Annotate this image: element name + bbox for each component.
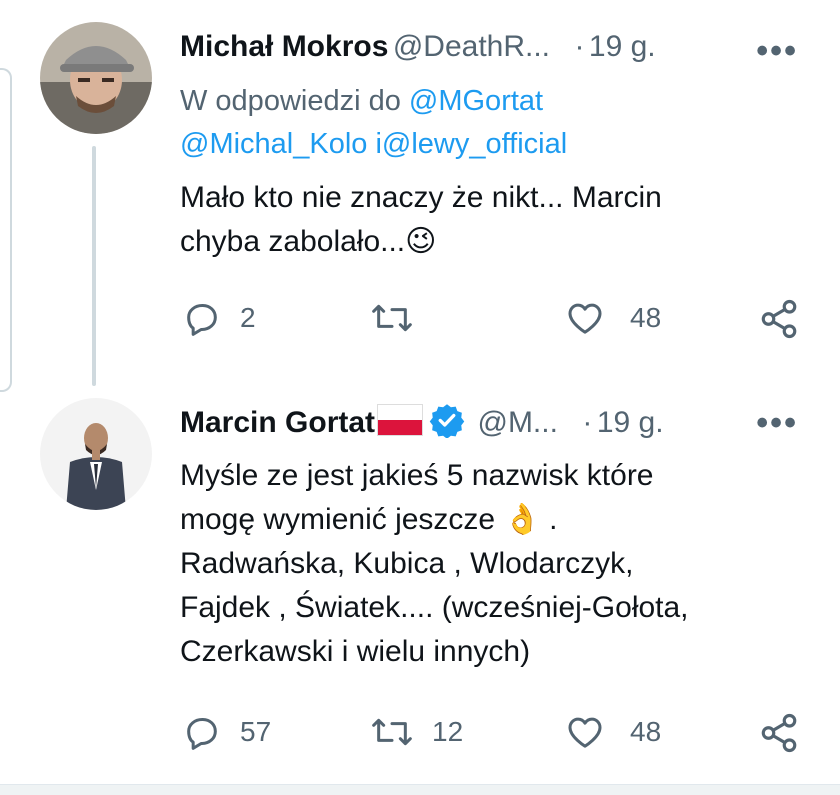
more-icon[interactable]: ••• [756,32,798,71]
tweet-text-line: Radwańska, Kubica , Wlodarczyk, [180,547,634,580]
retweet-button[interactable]: 12 [370,712,463,752]
share-icon [761,713,797,753]
tweet-text: Mało kto nie znaczy że nikt... Marcin ch… [180,176,820,264]
reply-context: W odpowiedzi do @MGortat @Michal_Kolo i@… [180,80,567,166]
reply-icon [187,718,217,750]
tweet-1-header: Michał Mokros @DeathR... · 19 g. [180,30,656,64]
tweet-text-line: Fajdek , Światek.... (wcześniej-Gołota, [180,591,689,624]
tweet-text-line: Myśle ze jest jakieś 5 nazwisk które [180,459,654,492]
heart-icon [568,303,602,334]
mention-link[interactable]: @lewy_official [382,128,567,160]
author-handle[interactable]: @M... [477,406,557,439]
retweet-icon [372,718,412,746]
thread-connector-line [92,146,96,386]
mention-link[interactable]: @Michal_Kolo [180,128,367,160]
avatar-photo-icon [40,398,152,510]
tweet-text-line: . [549,503,558,536]
tweet-age[interactable]: 19 g. [597,406,664,439]
reply-icon [187,304,217,336]
share-icon [761,299,797,339]
separator-dot: · [582,406,593,439]
verified-badge-icon [429,404,465,438]
retweet-icon [372,304,412,332]
author-name[interactable]: Michał Mokros [180,30,388,63]
tweet-text-line: Mało kto nie znaczy że nikt... Marcin [180,181,662,214]
like-button[interactable]: 48 [564,712,661,752]
separator-dot: · [574,30,585,63]
author-name[interactable]: Marcin Gortat [180,406,375,439]
avatar[interactable] [40,398,152,510]
avatar-photo-icon [40,22,152,134]
reply-count: 2 [240,302,256,333]
like-count: 48 [630,302,662,333]
reply-count: 57 [240,716,272,747]
tweet-text-line: mogę wymienić jeszcze [180,503,496,536]
reply-joiner: i [367,128,382,160]
share-button[interactable] [758,712,800,754]
share-button[interactable] [758,298,800,340]
heart-icon [568,717,602,748]
reply-button[interactable]: 2 [182,298,256,338]
retweet-count: 12 [432,716,464,747]
tweet-text-line: Czerkawski i wielu innych) [180,635,531,668]
tweet-2-header: Marcin Gortat @M... · 19 g. [180,402,664,440]
avatar[interactable] [40,22,152,134]
author-handle[interactable]: @DeathR... [393,30,550,63]
like-count: 48 [630,716,662,747]
bottom-divider [0,784,840,795]
ok-hand-emoji: 👌 [503,503,541,536]
like-button[interactable]: 48 [564,298,661,338]
left-panel-edge [0,68,12,392]
reply-prefix: W odpowiedzi do [180,85,409,117]
reply-button[interactable]: 57 [182,712,271,752]
mention-link[interactable]: @MGortat [409,85,543,117]
retweet-button[interactable] [370,298,432,338]
more-icon[interactable]: ••• [756,404,798,443]
poland-flag-icon [377,404,424,436]
tweet-text-line: chyba zabolało... [180,225,406,258]
tweet-text: Myśle ze jest jakieś 5 nazwisk które mog… [180,454,820,674]
tweet-age[interactable]: 19 g. [589,30,656,63]
wink-emoji: 😉 [405,225,437,258]
